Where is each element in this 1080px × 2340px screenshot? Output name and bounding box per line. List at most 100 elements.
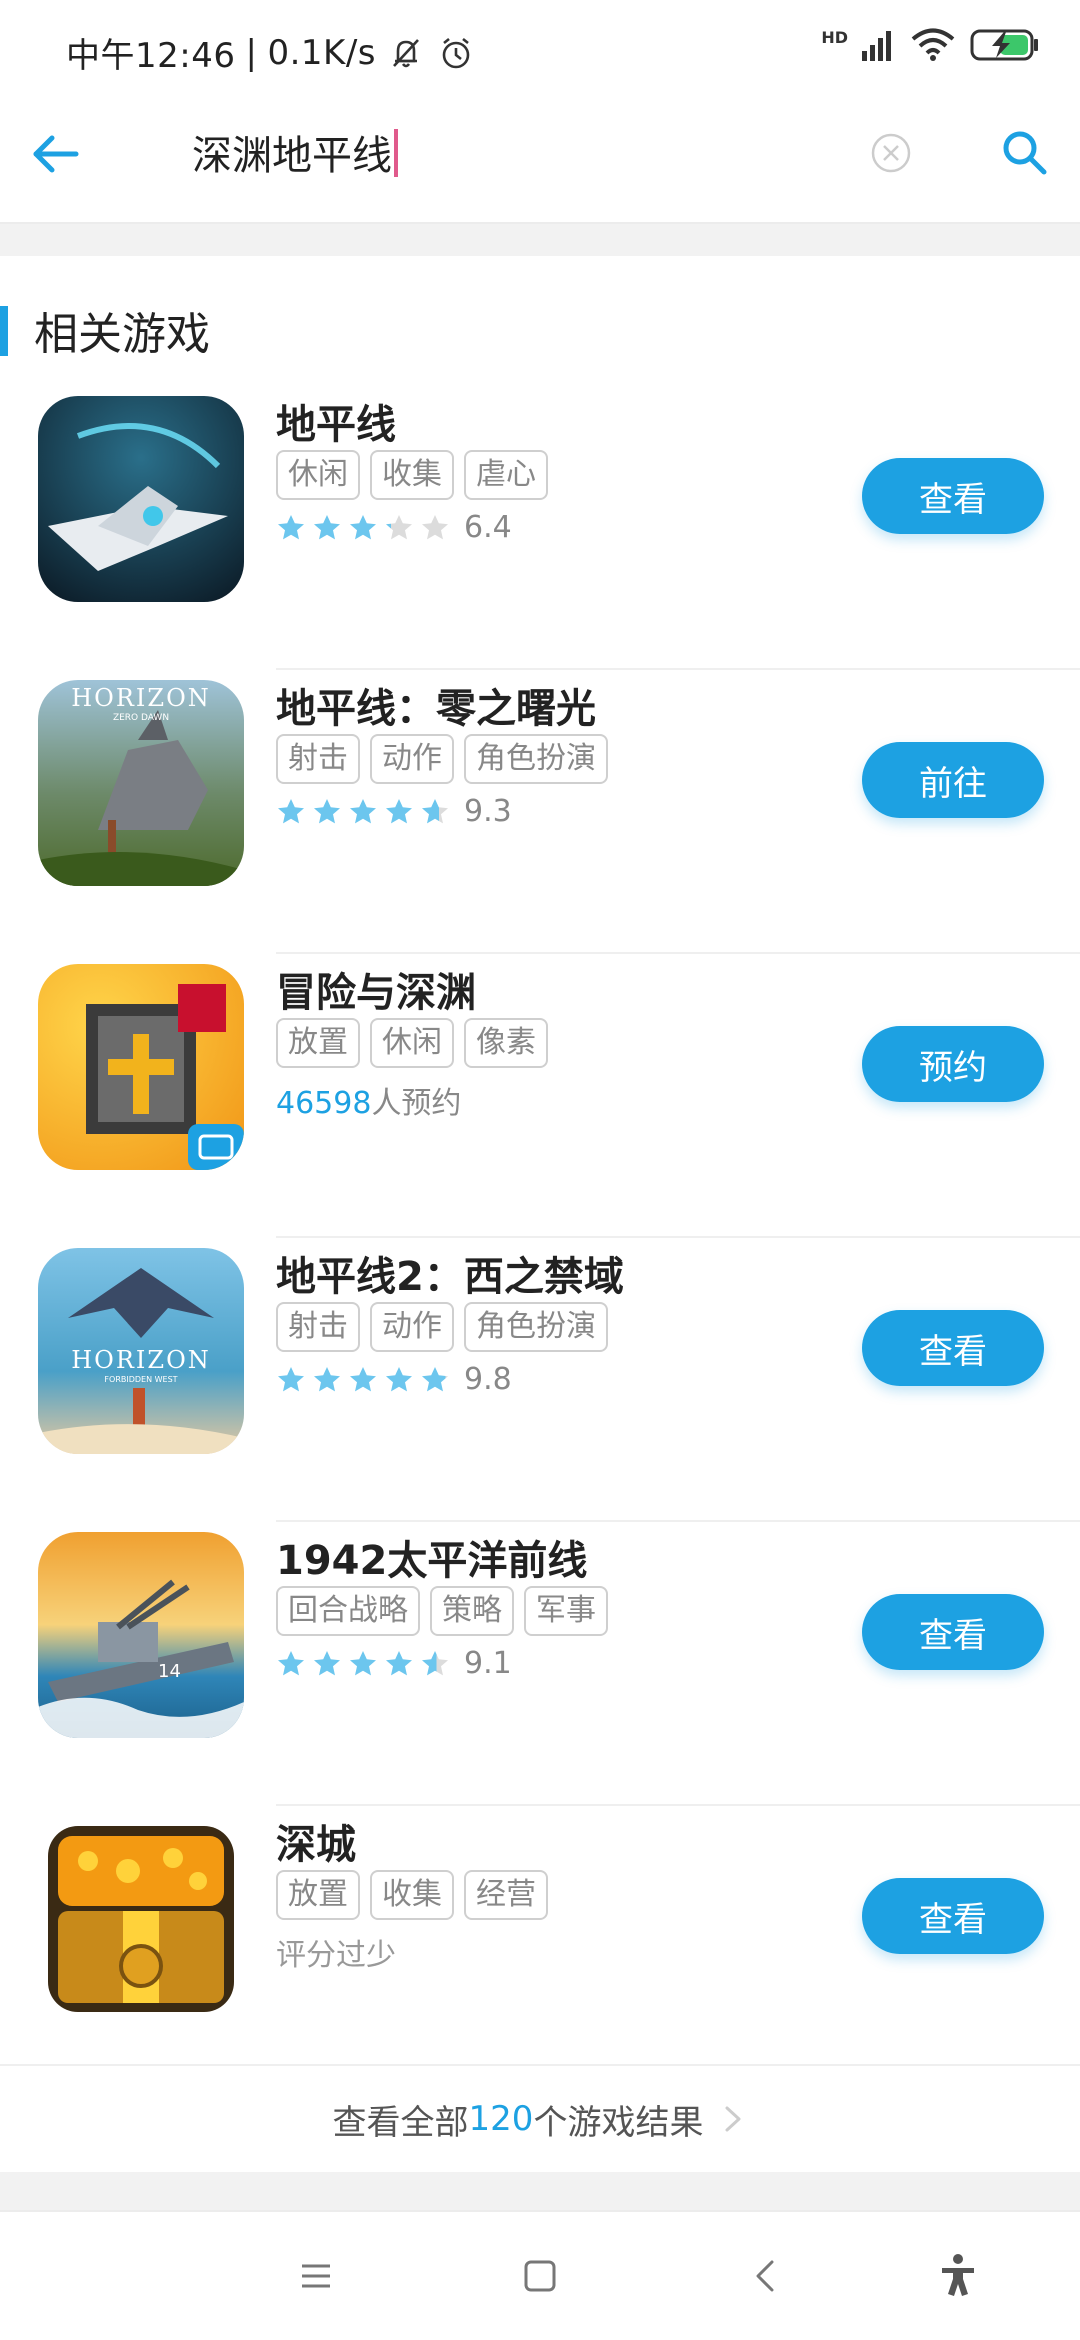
game-tags: 射击 动作 角色扮演 (276, 734, 608, 784)
star-icon (314, 514, 340, 539)
star-icon (386, 1366, 412, 1391)
game-row[interactable]: 14 1942太平洋前线 回合战略 策略 军事 9.1 查看 (0, 1522, 1080, 1806)
view-all-suffix: 个游戏结果 (533, 2102, 704, 2143)
game-tag[interactable]: 放置 (276, 1018, 360, 1068)
star-icon (314, 1366, 340, 1391)
game-tag[interactable]: 像素 (464, 1018, 548, 1068)
alarm-icon (442, 37, 470, 68)
game-icon-adventure-abyss (38, 964, 244, 1170)
game-row[interactable]: 地平线 休闲 收集 虐心 6.4 查看 (0, 386, 1080, 670)
search-input[interactable]: 深渊地平线 (192, 128, 398, 184)
star-icon (350, 514, 376, 539)
game-row[interactable]: 冒险与深渊 放置 休闲 像素 46598人预约 预约 (0, 954, 1080, 1238)
game-tags: 休闲 收集 虐心 (276, 450, 548, 500)
game-tag[interactable]: 经营 (464, 1870, 548, 1920)
game-tag[interactable]: 角色扮演 (464, 734, 608, 784)
view-all-results-link[interactable]: 查看全部 120 个游戏结果 (0, 2064, 1080, 2172)
star-icon (386, 514, 412, 539)
reserve-count: 46598人预约 (276, 1078, 461, 1122)
menu-icon[interactable] (286, 2246, 346, 2306)
game-tag[interactable]: 休闲 (370, 1018, 454, 1068)
battery-icon (970, 29, 1038, 61)
view-all-prefix: 查看全部 (332, 2102, 469, 2143)
rating-stars (276, 513, 450, 543)
star-icon (278, 798, 304, 823)
chevron-right-icon (725, 2106, 741, 2132)
game-name: 地平线2：西之禁域 (276, 1254, 624, 1300)
game-tag[interactable]: 放置 (276, 1870, 360, 1920)
game-tag[interactable]: 射击 (276, 734, 360, 784)
view-button[interactable]: 查看 (862, 1878, 1044, 1954)
arrow-left-icon[interactable] (28, 126, 84, 182)
game-row[interactable]: 深城 放置 收集 经营 评分过少 查看 (0, 1806, 1080, 2090)
reserve-suffix: 人预约 (371, 1086, 462, 1121)
star-icon (386, 1650, 412, 1675)
game-tag[interactable]: 休闲 (276, 450, 360, 500)
game-tag[interactable]: 角色扮演 (464, 1302, 608, 1352)
clear-circle-icon[interactable] (870, 132, 912, 174)
game-name: 冒险与深渊 (276, 970, 476, 1016)
game-tag[interactable]: 收集 (370, 1870, 454, 1920)
view-button[interactable]: 查看 (862, 458, 1044, 534)
rating-score: 9.8 (464, 1362, 512, 1397)
status-left: 中午12:46 | 0.1K/s (66, 28, 476, 77)
svg-text:FORBIDDEN WEST: FORBIDDEN WEST (104, 1375, 177, 1384)
star-icon (314, 1650, 340, 1675)
game-tags: 放置 收集 经营 (276, 1870, 548, 1920)
mute-bell-icon (393, 38, 419, 67)
star-icon (422, 1366, 448, 1391)
star-icon (278, 1366, 304, 1391)
related-games-section: 相关游戏 地平线 休闲 收集 虐心 6.4 查看 HORIZON ZERO DA… (0, 256, 1080, 2172)
wifi-icon (911, 28, 955, 61)
bottom-separator-band (0, 2172, 1080, 2210)
game-name: 地平线：零之曙光 (276, 686, 596, 732)
game-tag[interactable]: 动作 (370, 734, 454, 784)
rating-score: 6.4 (464, 510, 512, 545)
game-tag[interactable]: 策略 (430, 1586, 514, 1636)
svg-text:ZERO DAWN: ZERO DAWN (113, 713, 169, 723)
accessibility-icon[interactable] (928, 2246, 988, 2306)
game-rating: 9.3 (276, 794, 512, 829)
status-network-label: HD (821, 28, 848, 47)
rating-too-few: 评分过少 (276, 1938, 396, 1973)
game-tag[interactable]: 收集 (370, 450, 454, 500)
reserve-number: 46598 (276, 1086, 372, 1121)
go-button[interactable]: 前往 (862, 742, 1044, 818)
game-tag[interactable]: 回合战略 (276, 1586, 420, 1636)
svg-text:HORIZON: HORIZON (71, 1346, 211, 1374)
chevron-left-icon[interactable] (736, 2246, 796, 2306)
star-icon (422, 798, 448, 823)
section-accent-bar (0, 306, 8, 356)
game-tag[interactable]: 虐心 (464, 450, 548, 500)
game-icon-1942-pacific-front: 14 (38, 1532, 244, 1738)
game-icon-deep-city (38, 1816, 244, 2022)
status-speed: 0.1K/s (267, 32, 376, 73)
view-button[interactable]: 查看 (862, 1310, 1044, 1386)
game-list: 地平线 休闲 收集 虐心 6.4 查看 HORIZON ZERO DAWN 地平… (0, 386, 1080, 2090)
game-name: 1942太平洋前线 (276, 1538, 588, 1584)
game-row[interactable]: HORIZON ZERO DAWN 地平线：零之曙光 射击 动作 角色扮演 9.… (0, 670, 1080, 954)
game-tag[interactable]: 军事 (524, 1586, 608, 1636)
star-icon (278, 514, 304, 539)
home-square-icon[interactable] (510, 2246, 570, 2306)
separator-band (0, 224, 1080, 256)
status-bar: 中午12:46 | 0.1K/s HD (0, 0, 1080, 100)
game-icon-horizon-zero-dawn: HORIZON ZERO DAWN (38, 680, 244, 886)
game-rating: 6.4 (276, 510, 512, 545)
signal-icon (862, 31, 891, 61)
reserve-button[interactable]: 预约 (862, 1026, 1044, 1102)
game-tag[interactable]: 射击 (276, 1302, 360, 1352)
star-icon (422, 514, 448, 539)
svg-text:14: 14 (158, 1661, 181, 1682)
game-tag[interactable]: 动作 (370, 1302, 454, 1352)
game-row[interactable]: HORIZON FORBIDDEN WEST 地平线2：西之禁域 射击 动作 角… (0, 1238, 1080, 1522)
star-icon (350, 798, 376, 823)
search-icon[interactable] (1000, 128, 1048, 176)
star-icon (278, 1650, 304, 1675)
view-button[interactable]: 查看 (862, 1594, 1044, 1670)
game-rating: 9.8 (276, 1362, 512, 1397)
game-name: 深城 (276, 1822, 356, 1868)
game-name: 地平线 (276, 402, 396, 448)
page: 中午12:46 | 0.1K/s HD 深渊地平线 相关游戏 地平线 休闲 收集… (0, 0, 1080, 2340)
game-icon-horizon-spaceship (38, 396, 244, 602)
